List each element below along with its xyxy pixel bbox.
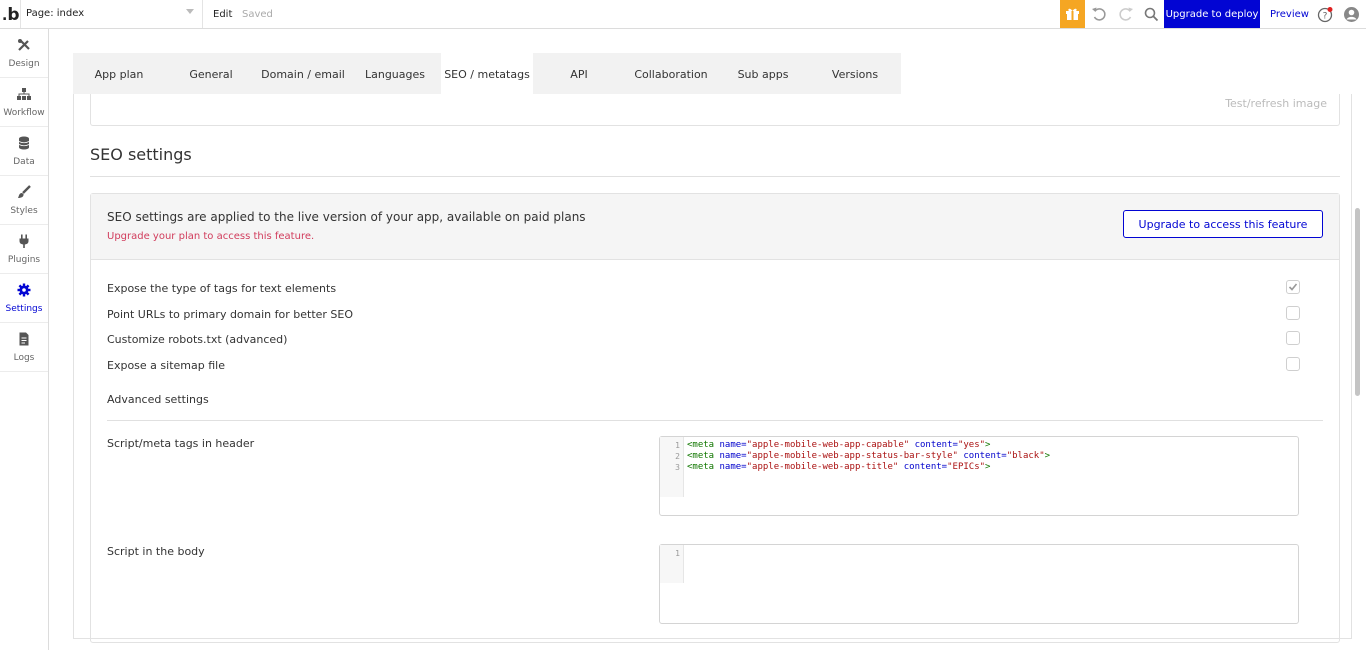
- workflow-icon: [17, 88, 31, 100]
- advanced-settings-heading: Advanced settings: [107, 393, 209, 406]
- line-number: 1: [675, 549, 680, 558]
- option-row: Customize robots.txt (advanced): [107, 331, 1323, 349]
- code-line: <meta name="apple-mobile-web-app-title" …: [687, 462, 991, 472]
- header-script-editor[interactable]: 1 2 3 <meta name="apple-mobile-web-app-c…: [659, 436, 1299, 516]
- tab-languages[interactable]: Languages: [349, 53, 441, 94]
- sidebar-item-label: Logs: [13, 353, 35, 363]
- page-selector[interactable]: Page: index: [20, 0, 203, 28]
- option-row: Expose a sitemap file: [107, 357, 1323, 375]
- scrollbar-thumb[interactable]: [1355, 208, 1360, 396]
- design-icon: [18, 39, 30, 51]
- saved-status: Saved: [242, 9, 273, 20]
- help-icon[interactable]: ?: [1317, 6, 1334, 23]
- upgrade-to-deploy-button[interactable]: Upgrade to deploy: [1164, 0, 1260, 28]
- sidebar-item-label: Design: [8, 59, 40, 69]
- seo-settings-panel: SEO settings are applied to the live ver…: [90, 193, 1340, 643]
- sidebar-item-label: Plugins: [7, 255, 41, 265]
- sidebar-item-label: Settings: [5, 304, 43, 314]
- sitemap-checkbox[interactable]: [1286, 357, 1300, 371]
- header-script-label: Script/meta tags in header: [107, 437, 255, 450]
- sidebar-item-plugins[interactable]: Plugins: [0, 225, 48, 274]
- divider: [90, 176, 1340, 177]
- settings-tabs: App plan General Domain / email Language…: [73, 53, 901, 94]
- redo-icon[interactable]: [1117, 6, 1134, 23]
- upgrade-to-access-button[interactable]: Upgrade to access this feature: [1123, 210, 1323, 238]
- body-script-label: Script in the body: [107, 545, 205, 558]
- option-label: Point URLs to primary domain for better …: [107, 308, 354, 321]
- sidebar-item-label: Data: [13, 157, 35, 167]
- tab-domain-email[interactable]: Domain / email: [257, 53, 349, 94]
- tab-sub-apps[interactable]: Sub apps: [717, 53, 809, 94]
- primary-domain-checkbox[interactable]: [1286, 306, 1300, 320]
- tab-seo-metatags[interactable]: SEO / metatags: [441, 53, 533, 94]
- test-refresh-image-button[interactable]: Test/refresh image: [1225, 97, 1327, 110]
- edit-menu[interactable]: Edit: [213, 9, 232, 20]
- image-settings-card: Test/refresh image: [90, 94, 1340, 126]
- line-number: 1: [675, 441, 680, 450]
- sidebar-item-design[interactable]: Design: [0, 29, 48, 78]
- tab-general[interactable]: General: [165, 53, 257, 94]
- sidebar-item-styles[interactable]: Styles: [0, 176, 48, 225]
- plug-icon: [19, 234, 29, 248]
- sidebar-item-data[interactable]: Data: [0, 127, 48, 176]
- divider: [107, 420, 1323, 421]
- code-line: <meta name="apple-mobile-web-app-status-…: [687, 451, 1051, 461]
- notice-warning: Upgrade your plan to access this feature…: [107, 231, 315, 242]
- bubble-logo[interactable]: .b: [2, 5, 20, 25]
- line-number-gutter: 1: [660, 545, 684, 583]
- database-icon: [18, 136, 30, 150]
- option-label: Customize robots.txt (advanced): [107, 333, 288, 346]
- search-icon[interactable]: [1143, 6, 1160, 23]
- undo-icon[interactable]: [1091, 6, 1108, 23]
- preview-button[interactable]: Preview: [1270, 9, 1309, 20]
- option-row: Point URLs to primary domain for better …: [107, 306, 1323, 324]
- svg-text:?: ?: [1323, 12, 1328, 22]
- brush-icon: [18, 185, 31, 198]
- gift-icon: [1066, 8, 1079, 20]
- user-icon[interactable]: [1343, 6, 1360, 23]
- code-line: <meta name="apple-mobile-web-app-capable…: [687, 440, 991, 450]
- notice-text: SEO settings are applied to the live ver…: [107, 210, 586, 224]
- sidebar-item-workflow[interactable]: Workflow: [0, 78, 48, 127]
- sidebar-item-label: Styles: [10, 206, 38, 216]
- option-label: Expose a sitemap file: [107, 359, 225, 372]
- line-number: 2: [675, 452, 680, 461]
- tab-versions[interactable]: Versions: [809, 53, 901, 94]
- line-number: 3: [675, 463, 680, 472]
- gear-icon: [17, 283, 31, 297]
- chevron-down-icon: [186, 9, 194, 14]
- tab-app-plan[interactable]: App plan: [73, 53, 165, 94]
- page-selector-label: Page: index: [26, 8, 85, 19]
- sidebar-item-label: Workflow: [3, 108, 45, 118]
- line-number-gutter: 1 2 3: [660, 437, 684, 497]
- body-script-editor[interactable]: 1: [659, 544, 1299, 624]
- page-title: SEO settings: [90, 145, 192, 164]
- sidebar-item-settings[interactable]: Settings: [0, 274, 48, 323]
- option-label: Expose the type of tags for text element…: [107, 282, 337, 295]
- option-row: Expose the type of tags for text element…: [107, 280, 1323, 298]
- sidebar-item-logs[interactable]: Logs: [0, 323, 48, 372]
- top-bar: .b Page: index Edit Saved Upgrade to dep…: [0, 0, 1366, 29]
- robots-txt-checkbox[interactable]: [1286, 331, 1300, 345]
- document-icon: [19, 332, 29, 346]
- tab-api[interactable]: API: [533, 53, 625, 94]
- upgrade-notice: SEO settings are applied to the live ver…: [91, 194, 1339, 260]
- expose-tags-checkbox[interactable]: [1286, 280, 1300, 294]
- checkmark-icon: [1288, 283, 1298, 291]
- gift-button[interactable]: [1060, 0, 1085, 28]
- left-sidebar: Design Workflow Data Styles Plugins Sett…: [0, 29, 49, 650]
- tab-collaboration[interactable]: Collaboration: [625, 53, 717, 94]
